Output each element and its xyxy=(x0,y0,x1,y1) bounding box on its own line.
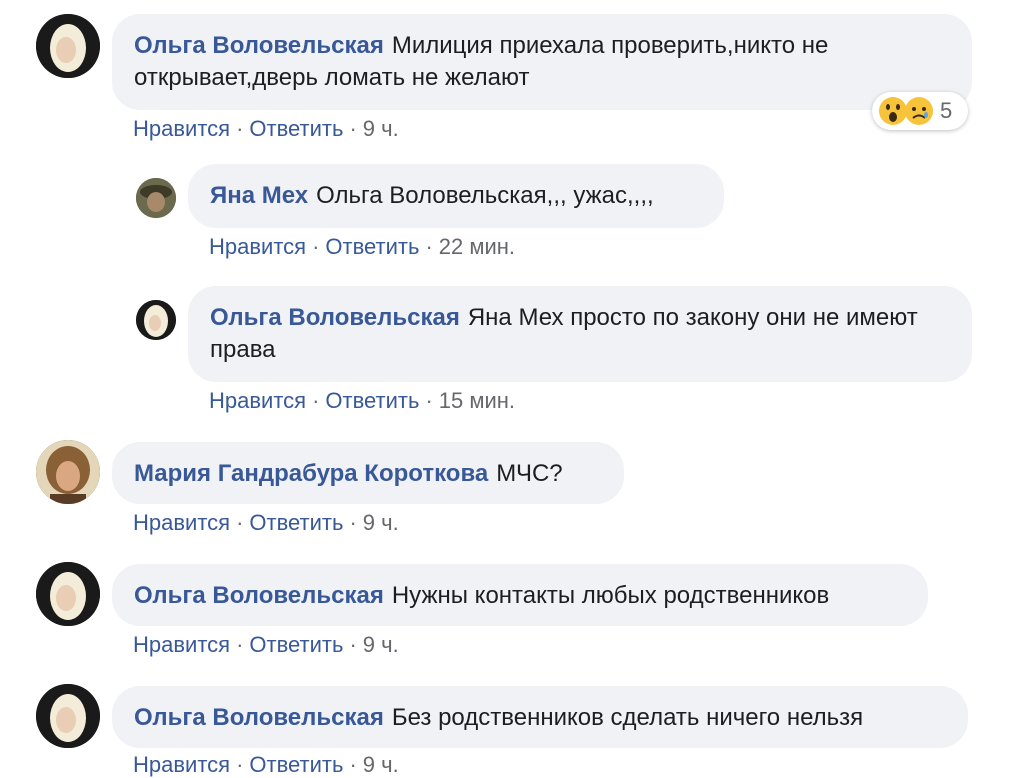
comment-author-link[interactable]: Ольга Воловельская xyxy=(134,582,384,609)
like-link[interactable]: Нравится xyxy=(133,752,230,777)
comment-bubble: Яна Мех Ольга Воловельская,,, ужас,,,, xyxy=(188,164,724,228)
reply-link[interactable]: Ответить xyxy=(249,116,343,141)
comment-time[interactable]: 9 ч. xyxy=(363,752,399,777)
reactions-summary[interactable]: 5 xyxy=(872,92,968,130)
avatar[interactable] xyxy=(36,562,100,626)
like-link[interactable]: Нравится xyxy=(209,234,306,259)
like-link[interactable]: Нравится xyxy=(133,632,230,657)
comment-text: Нужны контакты любых родственников xyxy=(391,582,830,609)
comment-bubble: Ольга Воловельская Нужны контакты любых р… xyxy=(112,564,928,626)
comment-bubble: Ольга Воловельская Без родственников сдел… xyxy=(112,686,968,748)
comment-author-link[interactable]: Яна Мех xyxy=(210,182,308,209)
comment-time[interactable]: 22 мин. xyxy=(439,234,515,259)
comment-time[interactable]: 9 ч. xyxy=(363,510,399,535)
comment-author-link[interactable]: Ольга Воловельская xyxy=(134,32,384,59)
comment-actions: Нравится · Ответить · 9 ч. xyxy=(133,632,399,657)
comment-time[interactable]: 9 ч. xyxy=(363,116,399,141)
avatar[interactable] xyxy=(136,300,176,340)
avatar[interactable] xyxy=(136,178,176,218)
comment-bubble: Мария Гандрабура Короткова МЧС? xyxy=(112,442,624,504)
reply-link[interactable]: Ответить xyxy=(325,388,419,413)
comment-actions: Нравится · Ответить · 9 ч. xyxy=(133,116,399,141)
reply-link[interactable]: Ответить xyxy=(249,632,343,657)
comment-text: Ольга Воловельская,,, ужас,,,, xyxy=(316,182,654,209)
comment-actions: Нравится · Ответить · 9 ч. xyxy=(133,752,399,777)
avatar[interactable] xyxy=(36,440,100,504)
comment-author-link[interactable]: Мария Гандрабура Короткова xyxy=(134,460,488,487)
comment-author-link[interactable]: Ольга Воловельская xyxy=(134,704,384,731)
reaction-count: 5 xyxy=(940,98,953,123)
avatar[interactable] xyxy=(36,684,100,748)
comment-bubble: Ольга Воловельская Милиция приехала прове… xyxy=(112,14,972,110)
like-link[interactable]: Нравится xyxy=(209,388,306,413)
comment-actions: Нравится · Ответить · 15 мин. xyxy=(209,388,516,413)
comment-text: Без родственников сделать ничего нельзя xyxy=(391,704,864,731)
avatar[interactable] xyxy=(36,14,100,78)
comment-actions: Нравится · Ответить · 9 ч. xyxy=(133,510,399,535)
sad-emoji-icon xyxy=(904,96,934,126)
comment-bubble: Ольга Воловельская Яна Мех просто по зако… xyxy=(188,286,972,382)
reply-link[interactable]: Ответить xyxy=(325,234,419,259)
comment-time[interactable]: 15 мин. xyxy=(439,388,515,413)
comment-text: МЧС? xyxy=(496,460,563,487)
like-link[interactable]: Нравится xyxy=(133,510,230,535)
reply-link[interactable]: Ответить xyxy=(249,510,343,535)
comment-time[interactable]: 9 ч. xyxy=(363,632,399,657)
comment-author-link[interactable]: Ольга Воловельская xyxy=(210,304,460,331)
like-link[interactable]: Нравится xyxy=(133,116,230,141)
reply-link[interactable]: Ответить xyxy=(249,752,343,777)
comment-actions: Нравится · Ответить · 22 мин. xyxy=(209,234,516,259)
